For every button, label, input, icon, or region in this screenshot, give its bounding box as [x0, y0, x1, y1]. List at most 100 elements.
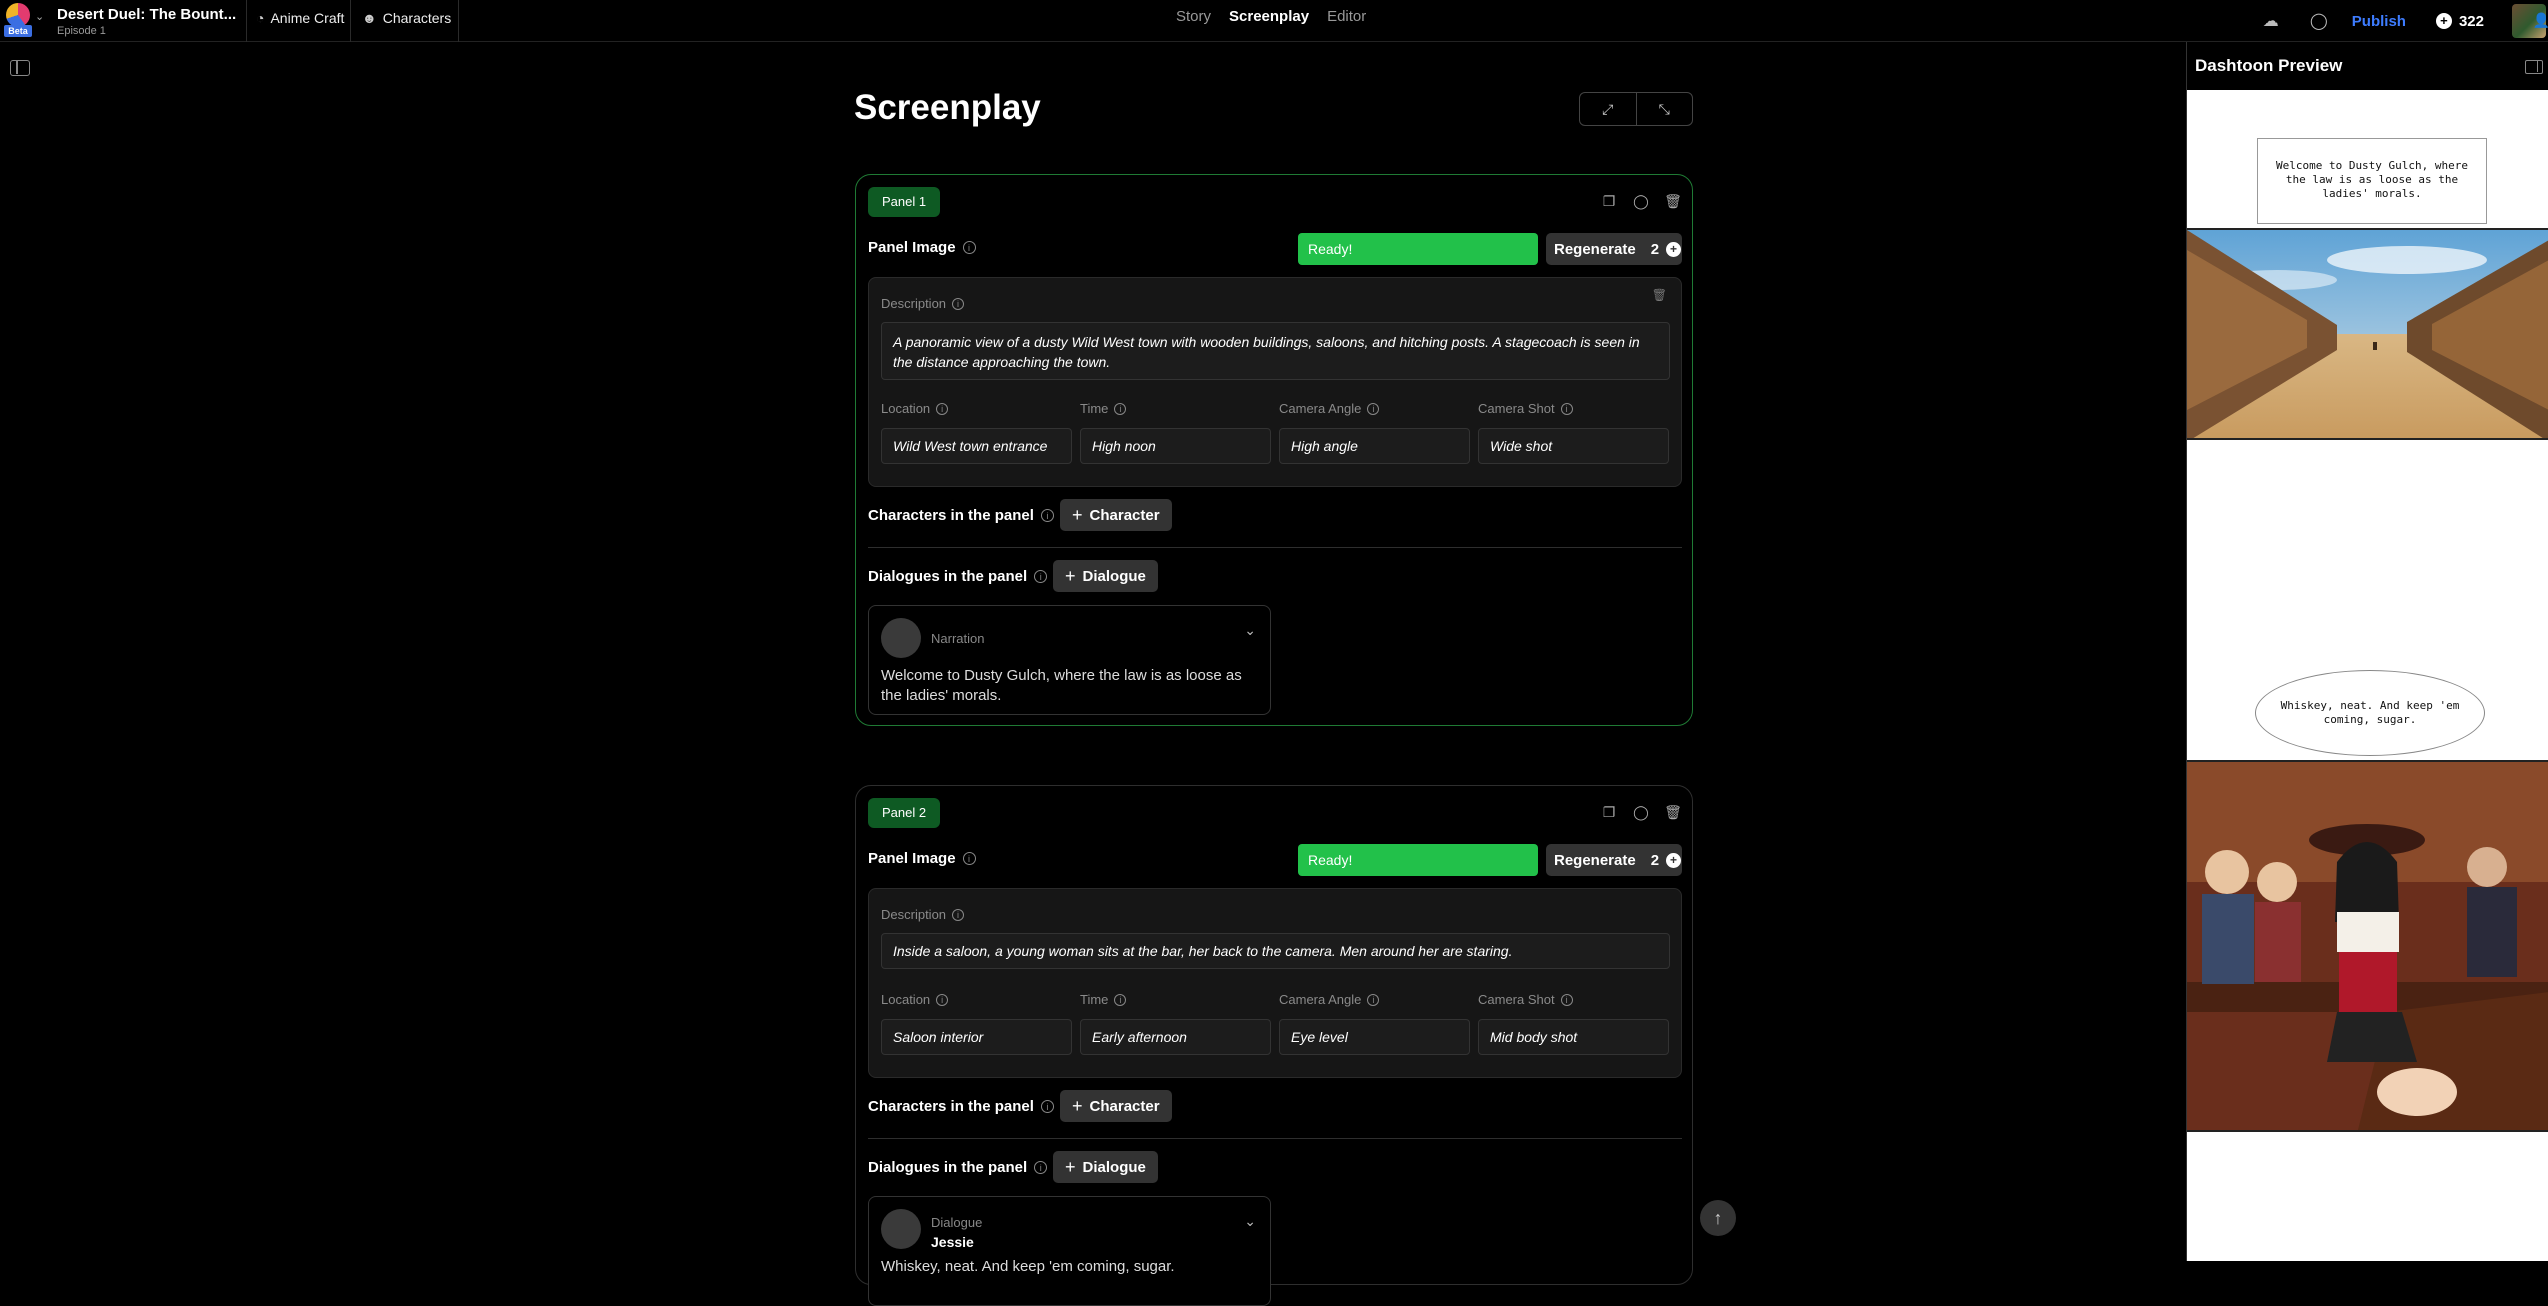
app-logo[interactable]: Beta: [4, 3, 32, 37]
description-field[interactable]: Inside a saloon, a young woman sits at t…: [881, 933, 1670, 969]
info-icon[interactable]: i: [1560, 993, 1573, 1006]
top-bar: Beta ⌄ Desert Duel: The Bount... Episode…: [0, 0, 2548, 42]
comment-icon[interactable]: ◯: [1632, 193, 1650, 210]
sidebar-toggle-icon[interactable]: [2525, 60, 2543, 74]
camera-shot-label: Camera Shot i: [1478, 401, 1573, 416]
dialogue-type: Dialogue: [931, 1215, 983, 1230]
panel-image-label: Panel Image i: [868, 850, 976, 867]
info-icon[interactable]: i: [1040, 509, 1054, 522]
camera-angle-label: Camera Angle i: [1279, 992, 1380, 1007]
palette-icon: ◔: [256, 10, 265, 26]
info-icon[interactable]: i: [1367, 993, 1380, 1006]
dialogue-text[interactable]: Welcome to Dusty Gulch, where the law is…: [881, 666, 1256, 706]
description-field[interactable]: A panoramic view of a dusty Wild West to…: [881, 322, 1670, 380]
camera-shot-field[interactable]: Mid body shot: [1478, 1019, 1669, 1055]
cloud-icon[interactable]: ☁: [2256, 6, 2286, 36]
dialogue-card[interactable]: Dialogue Jessie ⌄ Whiskey, neat. And kee…: [868, 1196, 1271, 1306]
characters-label: Characters in the panel i: [868, 1098, 1054, 1115]
chat-icon[interactable]: ◯: [2304, 6, 2334, 36]
info-icon[interactable]: i: [936, 402, 949, 415]
info-icon[interactable]: i: [1367, 402, 1380, 415]
panel-card[interactable]: Panel 2 ❐ ◯ 🗑 Panel Image i Ready! Regene…: [855, 785, 1693, 1306]
dashtoon-preview: Dashtoon Preview Welcome to Dusty Gulch,…: [2186, 42, 2548, 1261]
add-dialogue-button[interactable]: + Dialogue: [1053, 1151, 1158, 1183]
panel-1-image[interactable]: [2187, 228, 2548, 440]
expand-icon[interactable]: ⤢: [1580, 93, 1637, 125]
plus-icon: +: [1666, 852, 1682, 868]
info-icon[interactable]: i: [1040, 1100, 1054, 1113]
credits-value: 322: [2458, 12, 2484, 30]
dialogue-text[interactable]: Whiskey, neat. And keep 'em coming, suga…: [881, 1257, 1256, 1277]
avatar[interactable]: 👤: [2512, 4, 2548, 38]
beta-badge: Beta: [4, 25, 32, 37]
info-icon[interactable]: i: [1034, 1161, 1048, 1174]
status-ready: Ready!: [1298, 844, 1538, 876]
camera-angle-field[interactable]: Eye level: [1279, 1019, 1470, 1055]
avatar: [881, 618, 921, 658]
regenerate-button[interactable]: Regenerate 2 +: [1546, 844, 1682, 876]
style-chip[interactable]: ◔ Anime Craft: [256, 10, 344, 26]
divider: [350, 0, 351, 42]
panel-card[interactable]: Panel 1 ❐ ◯ 🗑 Panel Image i Ready! Regene…: [855, 174, 1693, 726]
info-icon[interactable]: i: [962, 852, 976, 865]
trash-icon[interactable]: 🗑: [1664, 804, 1682, 821]
scroll-to-top-button[interactable]: ↑: [1700, 1200, 1736, 1236]
camera-angle-field[interactable]: High angle: [1279, 428, 1470, 464]
top-right-actions: ☁ ◯ Publish + 322 👤: [2256, 0, 2548, 42]
location-field[interactable]: Wild West town entrance: [881, 428, 1072, 464]
divider: [868, 1138, 1682, 1139]
panel-badge[interactable]: Panel 1: [868, 187, 941, 217]
chevron-down-icon[interactable]: ⌄: [35, 10, 44, 23]
tab-editor[interactable]: Editor: [1327, 8, 1366, 25]
info-icon[interactable]: i: [952, 908, 965, 921]
time-field[interactable]: High noon: [1080, 428, 1271, 464]
add-character-button[interactable]: + Character: [1060, 499, 1172, 531]
trash-icon[interactable]: 🗑: [1664, 193, 1682, 210]
chevron-down-icon[interactable]: ⌄: [1244, 622, 1256, 639]
add-dialogue-button[interactable]: + Dialogue: [1053, 560, 1158, 592]
info-icon[interactable]: i: [1560, 402, 1573, 415]
credits-counter[interactable]: + 322: [2435, 12, 2484, 30]
sidebar-toggle-icon[interactable]: [10, 60, 30, 76]
info-icon[interactable]: i: [936, 993, 949, 1006]
narration-bubble[interactable]: Welcome to Dusty Gulch, where the law is…: [2257, 138, 2487, 224]
panel-actions: ❐ ◯ 🗑: [1600, 804, 1682, 821]
camera-shot-field[interactable]: Wide shot: [1478, 428, 1669, 464]
copy-icon[interactable]: ❐: [1600, 193, 1618, 210]
dialogue-card[interactable]: Narration ⌄ Welcome to Dusty Gulch, wher…: [868, 605, 1271, 715]
info-icon[interactable]: i: [1114, 993, 1127, 1006]
add-character-button[interactable]: + Character: [1060, 1090, 1172, 1122]
info-icon[interactable]: i: [952, 297, 965, 310]
panel-2-image[interactable]: [2187, 760, 2548, 1132]
location-field[interactable]: Saloon interior: [881, 1019, 1072, 1055]
face-icon: ☻: [362, 10, 377, 26]
characters-chip[interactable]: ☻ Characters: [362, 10, 451, 26]
info-icon[interactable]: i: [1034, 570, 1048, 583]
info-icon[interactable]: i: [962, 241, 976, 254]
panel-badge[interactable]: Panel 2: [868, 798, 941, 828]
comment-icon[interactable]: ◯: [1632, 804, 1650, 821]
dialogue-bubble[interactable]: Whiskey, neat. And keep 'em coming, suga…: [2255, 670, 2485, 756]
chevron-down-icon[interactable]: ⌄: [1244, 1213, 1256, 1230]
collapse-icon[interactable]: ⤡: [1637, 93, 1693, 125]
location-label: Location i: [881, 992, 949, 1007]
tab-story[interactable]: Story: [1176, 8, 1211, 25]
saloon-image: [2187, 762, 2548, 1130]
publish-button[interactable]: Publish: [2352, 13, 2406, 30]
dialogues-label: Dialogues in the panel i: [868, 1159, 1048, 1176]
copy-icon[interactable]: ❐: [1600, 804, 1618, 821]
regenerate-button[interactable]: Regenerate 2 +: [1546, 233, 1682, 265]
project-title[interactable]: Desert Duel: The Bount...: [57, 6, 236, 23]
episode-label: Episode 1: [57, 25, 106, 37]
description-label: Description i: [881, 907, 965, 922]
time-field[interactable]: Early afternoon: [1080, 1019, 1271, 1055]
tab-screenplay[interactable]: Screenplay: [1229, 8, 1309, 25]
preview-title: Dashtoon Preview: [2195, 56, 2343, 75]
info-icon[interactable]: i: [1114, 402, 1127, 415]
divider: [868, 547, 1682, 548]
expand-collapse-group: ⤢ ⤡: [1579, 92, 1693, 126]
characters-chip-label: Characters: [382, 10, 452, 26]
trash-icon[interactable]: 🗑: [1652, 288, 1667, 302]
dialogue-type: Narration: [931, 631, 985, 646]
location-label: Location i: [881, 401, 949, 416]
